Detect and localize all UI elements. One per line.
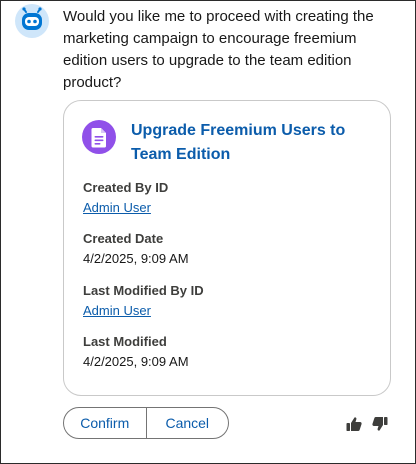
field-value: 4/2/2025, 9:09 AM (83, 251, 189, 266)
field-label: Created By ID (83, 180, 169, 195)
thumbs-down-icon[interactable] (371, 415, 389, 433)
action-button-group: Confirm Cancel (63, 407, 229, 439)
field-created-date: Created Date 4/2/2025, 9:09 AM (83, 230, 189, 268)
chat-panel: Would you like me to proceed with creati… (0, 0, 416, 464)
field-created-by: Created By ID Admin User (83, 179, 168, 217)
field-value: 4/2/2025, 9:09 AM (83, 354, 189, 369)
field-last-modified: Last Modified 4/2/2025, 9:09 AM (83, 333, 189, 371)
bot-avatar-icon (15, 4, 49, 38)
field-label: Last Modified (83, 334, 167, 349)
assistant-message: Would you like me to proceed with creati… (63, 8, 374, 91)
created-by-link[interactable]: Admin User (83, 199, 168, 217)
confirm-button[interactable]: Confirm (64, 408, 146, 438)
cancel-button[interactable]: Cancel (145, 408, 229, 438)
record-title-link[interactable]: Upgrade Freemium Users to Team Edition (131, 119, 371, 167)
field-last-modified-by: Last Modified By ID Admin User (83, 282, 204, 320)
last-modified-by-link[interactable]: Admin User (83, 302, 204, 320)
field-label: Created Date (83, 231, 164, 246)
record-card: Upgrade Freemium Users to Team Edition C… (63, 100, 391, 396)
field-label: Last Modified By ID (83, 283, 204, 298)
thumbs-up-icon[interactable] (345, 415, 363, 433)
document-icon (82, 120, 116, 154)
